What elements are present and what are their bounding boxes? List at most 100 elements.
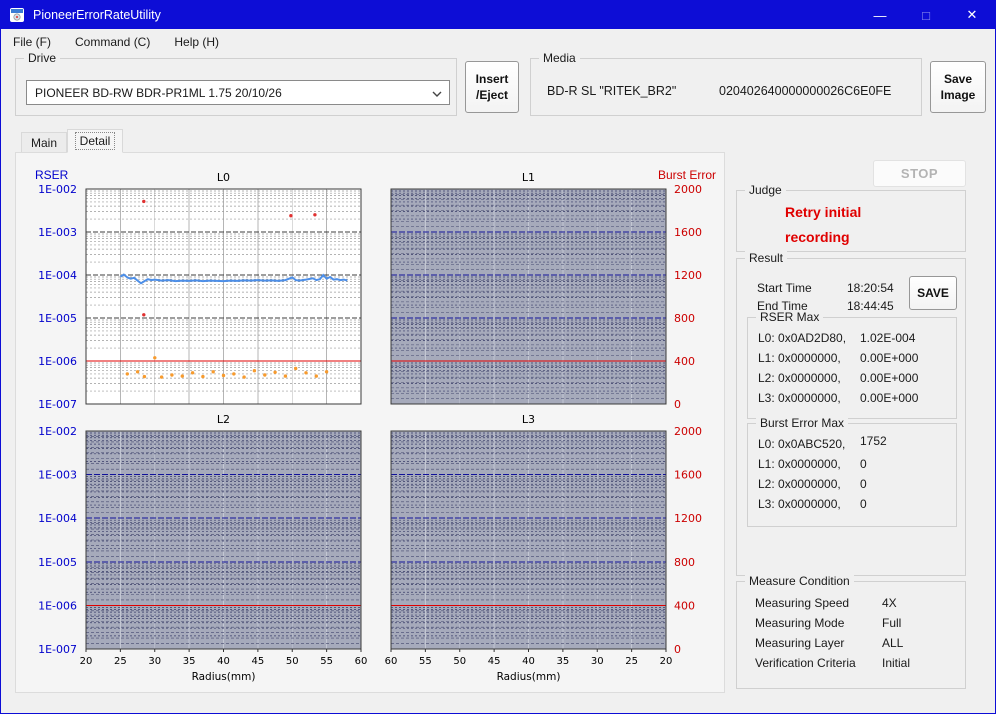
chart-title: L2 — [217, 413, 230, 426]
point-Burst Error — [125, 372, 129, 376]
svg-text:40: 40 — [217, 656, 230, 667]
point-Burst Error — [242, 375, 246, 379]
window-controls: — □ ✕ — [857, 1, 995, 29]
stop-button[interactable]: STOP — [873, 160, 966, 187]
chevron-down-icon — [432, 91, 442, 97]
drive-select-value: PIONEER BD-RW BDR-PR1ML 1.75 20/10/26 — [35, 85, 282, 100]
point-Burst Error — [221, 373, 226, 378]
svg-text:1E-003: 1E-003 — [38, 469, 77, 482]
svg-text:1600: 1600 — [674, 469, 702, 482]
chart-title: L1 — [522, 171, 535, 184]
rser-max-row-l2-label: L2: 0x0000000, — [758, 371, 841, 385]
point-Burst Error — [211, 370, 215, 374]
svg-text:1600: 1600 — [674, 226, 702, 239]
svg-text:400: 400 — [674, 599, 695, 612]
point-Burst Error Peak — [313, 213, 317, 217]
burst-max-row-l2-label: L2: 0x0000000, — [758, 477, 841, 491]
tab-main[interactable]: Main — [21, 132, 67, 153]
media-group: Media BD-R SL "RITEK_BR2" 02040264000000… — [530, 51, 922, 116]
point-Burst Error — [324, 370, 329, 374]
measure-row-mode-value: Full — [882, 616, 902, 630]
point-Burst Error — [232, 372, 236, 376]
menu-file[interactable]: File (F) — [1, 31, 63, 53]
chart-title: L0 — [217, 171, 230, 184]
rser-max-row-l1-label: L1: 0x0000000, — [758, 351, 841, 365]
measure-condition-group: Measure Condition Measuring Speed 4X Mea… — [736, 574, 966, 689]
burst-max-row-l3-label: L3: 0x0000000, — [758, 497, 841, 511]
close-button[interactable]: ✕ — [949, 1, 995, 29]
media-id: 020402640000000026C6E0FE — [719, 84, 892, 98]
title-bar: PioneerErrorRateUtility — □ ✕ — [1, 1, 995, 29]
chart-l2: L2 1E-002 1E-003 1E-004 1E-005 1E-006 1E-00720… — [38, 413, 367, 683]
svg-text:1E-007: 1E-007 — [38, 643, 77, 656]
media-type: BD-R SL "RITEK_BR2" — [547, 84, 677, 98]
judge-group: Judge Retry initial recording — [736, 183, 966, 252]
insert-eject-button[interactable]: Insert /Eject — [465, 61, 519, 113]
judge-text: Retry initial recording — [785, 204, 862, 245]
svg-text:1200: 1200 — [674, 269, 702, 282]
svg-text:60: 60 — [385, 656, 398, 667]
save-image-button[interactable]: Save Image — [930, 61, 986, 113]
rser-max-group: RSER Max L0: 0x0AD2D80, 1.02E-004 L1: 0x… — [747, 310, 957, 419]
rser-max-row-l3-label: L3: 0x0000000, — [758, 391, 841, 405]
svg-text:0: 0 — [674, 643, 681, 656]
rser-max-label: RSER Max — [756, 310, 824, 324]
tab-detail[interactable]: Detail — [67, 129, 123, 153]
svg-text:1E-004: 1E-004 — [38, 512, 77, 525]
svg-text:20: 20 — [660, 656, 673, 667]
chart-l0: L01E-0021E-0031E-0041E-0051E-0061E-007 — [38, 171, 362, 411]
point-Burst Error Peak — [142, 199, 146, 204]
menu-command[interactable]: Command (C) — [63, 31, 162, 53]
svg-text:1E-005: 1E-005 — [38, 312, 77, 325]
point-Burst Error — [135, 370, 140, 374]
svg-text:1200: 1200 — [674, 512, 702, 525]
point-Burst Error — [283, 374, 288, 378]
svg-text:800: 800 — [674, 556, 695, 569]
tab-detail-label: Detail — [74, 132, 116, 150]
svg-text:35: 35 — [183, 656, 196, 667]
svg-text:40: 40 — [522, 656, 535, 667]
point-Burst Error Peak — [289, 214, 293, 218]
svg-text:400: 400 — [674, 355, 695, 368]
svg-text:50: 50 — [453, 656, 466, 667]
burst-error-max-label: Burst Error Max — [756, 416, 849, 430]
svg-text:45: 45 — [488, 656, 501, 667]
save-button[interactable]: SAVE — [909, 276, 957, 310]
drive-select[interactable]: PIONEER BD-RW BDR-PR1ML 1.75 20/10/26 — [26, 80, 450, 105]
burst-max-row-l0-label: L0: 0x0ABC520, — [758, 437, 846, 451]
point-Burst Error — [263, 373, 267, 377]
chart-l3: L3 2000 1600 1200 800 400 0 60 55 50 45 40 35 30 25 20 R… — [385, 413, 702, 683]
rser-max-row-l2-value: 0.00E+000 — [860, 371, 919, 385]
svg-text:50: 50 — [286, 656, 299, 667]
burst-max-row-l0-value: 1752 — [860, 434, 887, 448]
svg-text:30: 30 — [591, 656, 604, 667]
menu-bar: File (F) Command (C) Help (H) — [1, 29, 995, 54]
measure-row-layer-value: ALL — [882, 636, 904, 650]
svg-text:45: 45 — [252, 656, 265, 667]
burst-max-row-l1-value: 0 — [860, 457, 867, 471]
point-Burst Error — [180, 374, 184, 378]
rser-max-row-l0-label: L0: 0x0AD2D80, — [758, 331, 847, 345]
point-Burst Error — [159, 375, 164, 379]
svg-text:1E-002: 1E-002 — [38, 183, 77, 196]
minimize-button[interactable]: — — [857, 1, 903, 29]
judge-group-label: Judge — [745, 183, 786, 197]
start-time-label: Start Time — [757, 281, 812, 295]
svg-text:1E-006: 1E-006 — [38, 599, 77, 612]
start-time-value: 18:20:54 — [847, 281, 894, 295]
burst-error-max-group: Burst Error Max L0: 0x0ABC520, 1752 L1: … — [747, 416, 957, 527]
point-Burst Error — [190, 371, 195, 375]
window-title: PioneerErrorRateUtility — [33, 8, 161, 22]
svg-text:1E-002: 1E-002 — [38, 425, 77, 438]
x-axis-label: Radius(mm) — [192, 671, 256, 683]
menu-help[interactable]: Help (H) — [162, 31, 231, 53]
maximize-button[interactable]: □ — [903, 1, 949, 29]
svg-text:35: 35 — [557, 656, 570, 667]
chart-l1: L12000160012008004000 — [390, 171, 702, 411]
chart-title: L3 — [522, 413, 535, 426]
measure-condition-label: Measure Condition — [745, 574, 854, 588]
result-group: Result Start Time 18:20:54 End Time 18:4… — [736, 251, 966, 576]
svg-text:25: 25 — [625, 656, 638, 667]
measure-row-layer-label: Measuring Layer — [755, 636, 845, 650]
end-time-value: 18:44:45 — [847, 299, 894, 313]
